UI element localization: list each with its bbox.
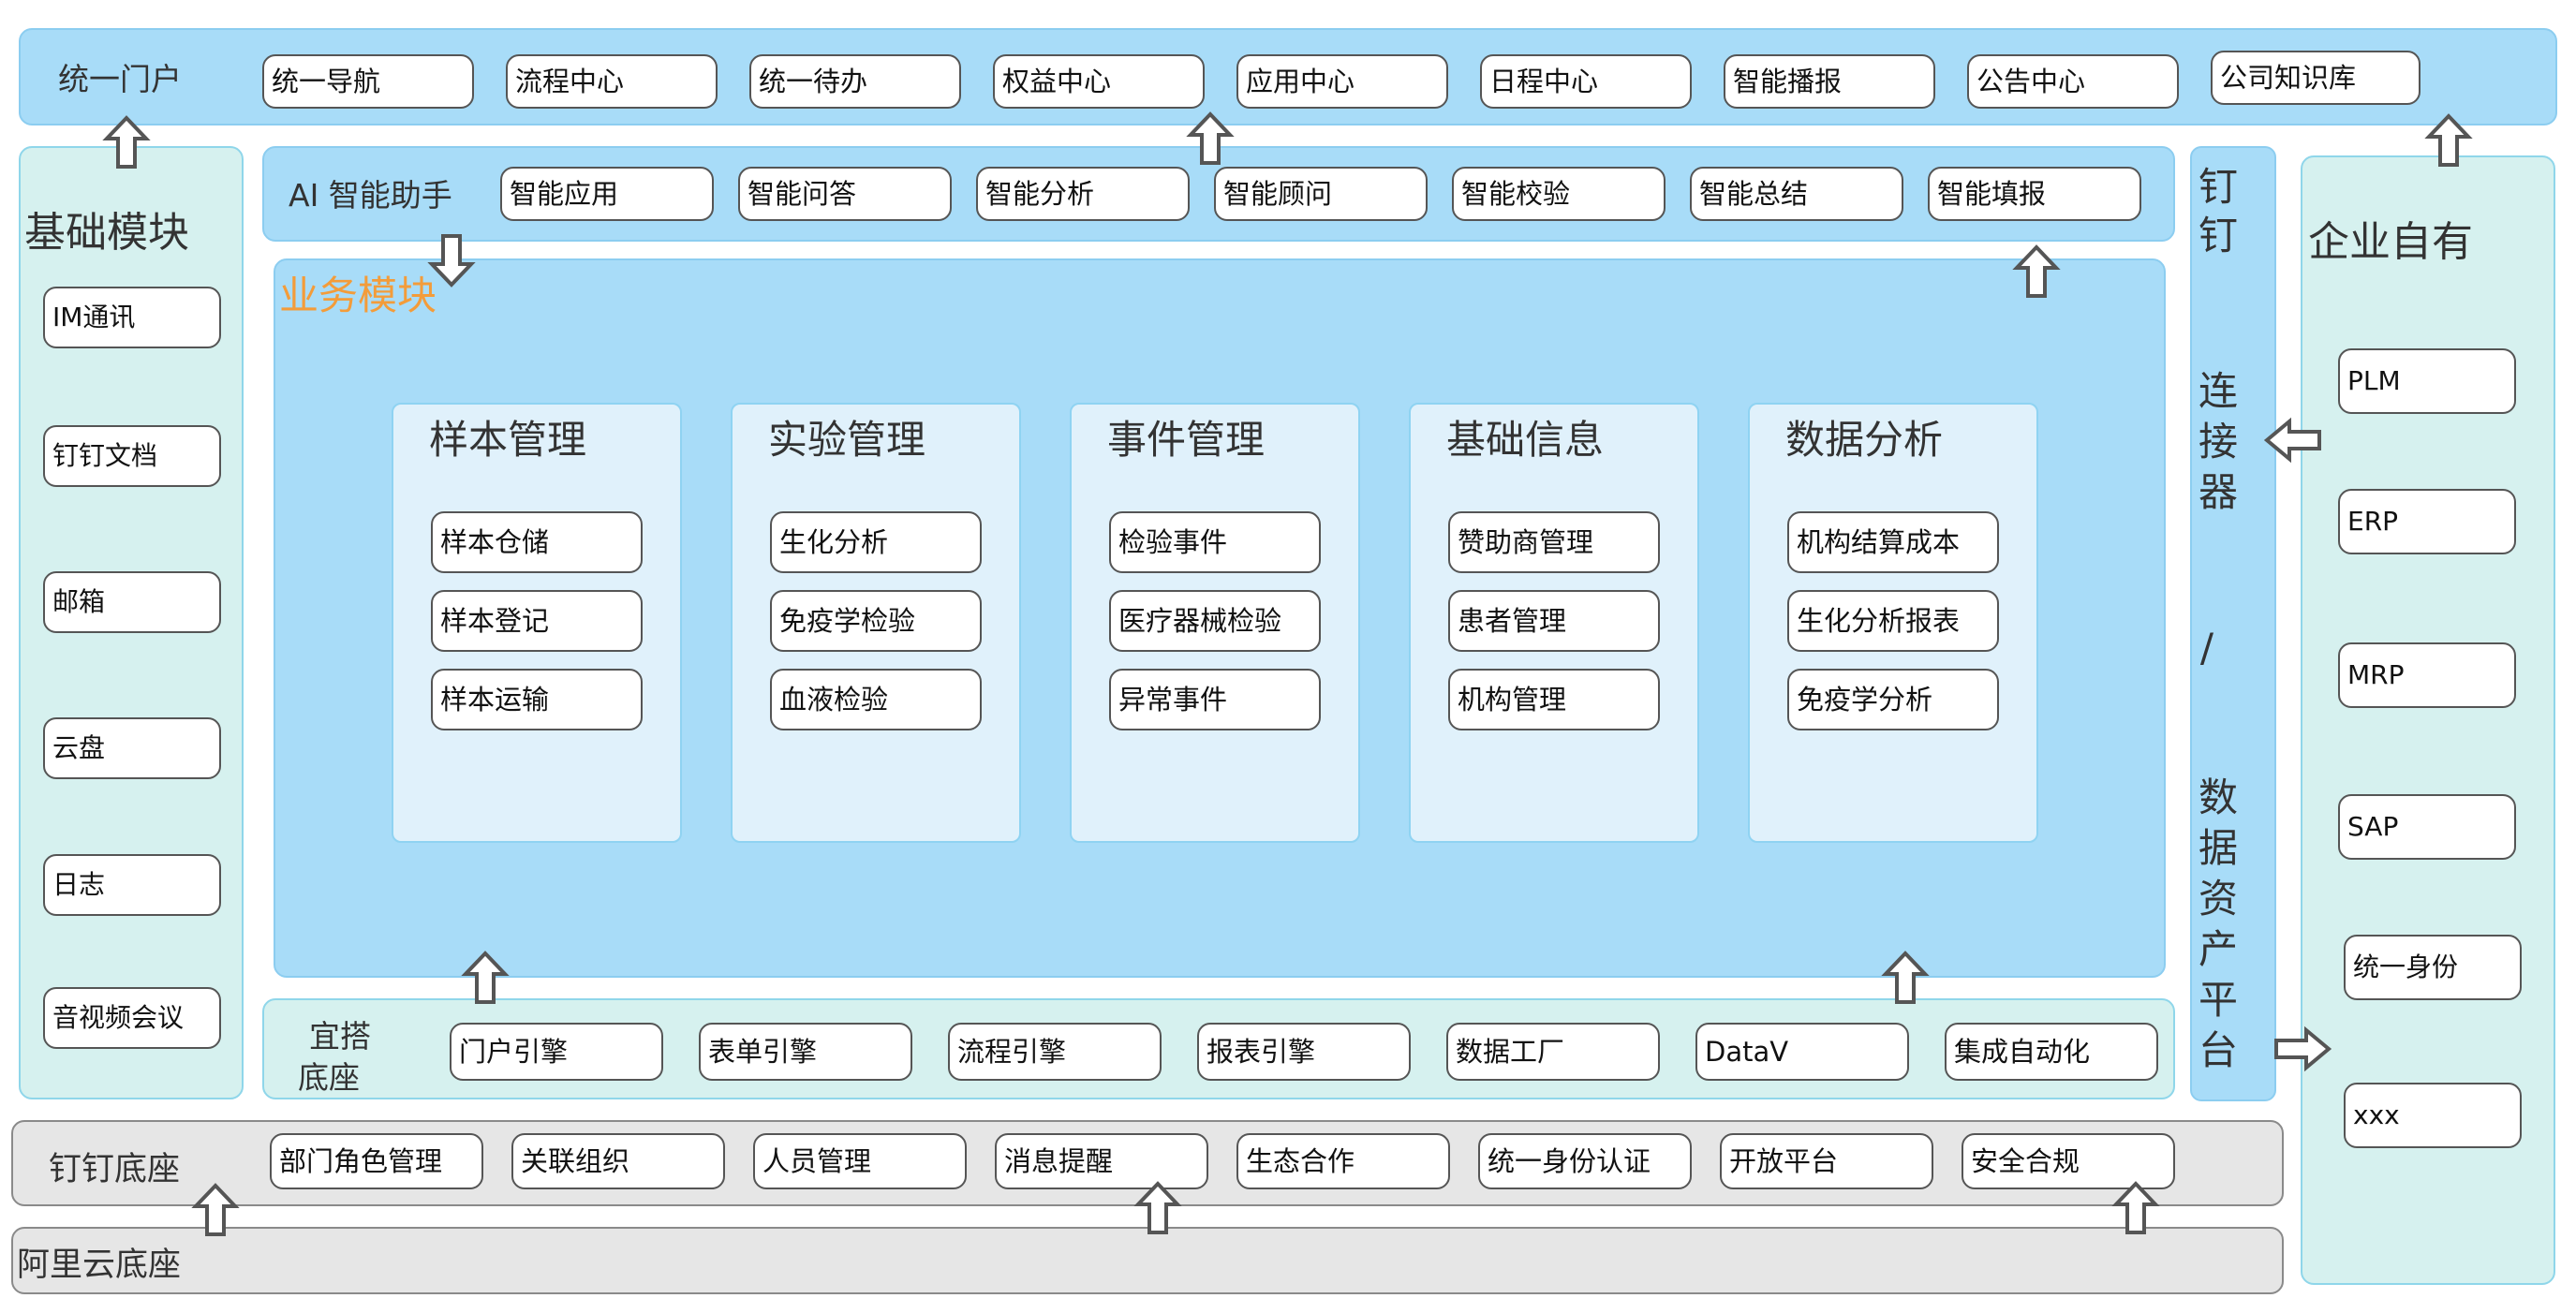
connector-char-6: /: [2199, 625, 2214, 671]
aliyun-base-band: [11, 1227, 2284, 1294]
yida-engine-item[interactable]: 门户引擎: [450, 1023, 663, 1081]
connector-char-9: 资: [2198, 876, 2238, 922]
enterprise-system-item[interactable]: SAP: [2338, 794, 2516, 860]
yida-engine-item[interactable]: 流程引擎: [948, 1023, 1162, 1081]
business-group-title: 实验管理: [768, 417, 926, 463]
business-group-title: 事件管理: [1107, 417, 1266, 463]
ai-assistant-item[interactable]: 智能校验: [1452, 167, 1666, 221]
business-item[interactable]: 样本运输: [431, 669, 643, 730]
portal-item[interactable]: 统一待办: [749, 54, 961, 109]
connector-char-10: 产: [2198, 926, 2238, 972]
ai-assistant-item[interactable]: 智能总结: [1690, 167, 1903, 221]
arrow-down-ai-to-business: [427, 234, 476, 288]
business-item[interactable]: 赞助商管理: [1448, 511, 1660, 573]
business-item[interactable]: 生化分析报表: [1787, 590, 1999, 652]
connector-char-7: 数: [2198, 775, 2238, 820]
business-item[interactable]: 样本登记: [431, 590, 643, 652]
portal-item[interactable]: 日程中心: [1480, 54, 1692, 109]
aliyun-base-title: 阿里云底座: [17, 1247, 182, 1284]
arrow-up-ai-to-portal: [1186, 111, 1235, 165]
portal-item[interactable]: 流程中心: [506, 54, 718, 109]
base-module-item[interactable]: 钉钉文档: [43, 425, 221, 487]
base-module-item[interactable]: 邮箱: [43, 571, 221, 633]
yida-engine-item[interactable]: 报表引擎: [1197, 1023, 1411, 1081]
connector-char-4: 接: [2198, 419, 2238, 465]
portal-item[interactable]: 公告中心: [1967, 54, 2179, 109]
connector-char-11: 平: [2198, 977, 2238, 1023]
business-item[interactable]: 医疗器械检验: [1109, 590, 1321, 652]
portal-item[interactable]: 智能播报: [1724, 54, 1935, 109]
business-group-title: 样本管理: [429, 417, 587, 463]
arrow-up-yida-to-business-right: [1881, 951, 1930, 1004]
portal-item[interactable]: 公司知识库: [2211, 51, 2421, 105]
business-group-title: 数据分析: [1785, 417, 1944, 463]
ai-assistant-item[interactable]: 智能分析: [976, 167, 1190, 221]
arrow-up-business-to-ai: [2012, 244, 2061, 298]
portal-item[interactable]: 统一导航: [262, 54, 474, 109]
base-module-item[interactable]: 日志: [43, 854, 221, 916]
business-item[interactable]: 免疫学分析: [1787, 669, 1999, 730]
enterprise-system-item[interactable]: 统一身份: [2344, 935, 2522, 1000]
yida-engine-item[interactable]: DataV: [1695, 1023, 1909, 1081]
connector-char-1: 钉: [2198, 164, 2238, 210]
arrow-up-enterprise-to-portal: [2424, 113, 2473, 167]
dingtalk-base-item[interactable]: 生态合作: [1236, 1133, 1450, 1189]
yida-engine-item[interactable]: 表单引擎: [699, 1023, 912, 1081]
portal-item[interactable]: 应用中心: [1236, 54, 1448, 109]
arrow-right-connector-to-enterprise: [2274, 1025, 2332, 1072]
connector-char-12: 台: [2198, 1027, 2238, 1073]
unified-portal-title: 统一门户: [58, 61, 182, 97]
enterprise-system-item[interactable]: MRP: [2338, 642, 2516, 708]
dingtalk-base-item[interactable]: 统一身份认证: [1478, 1133, 1692, 1189]
yida-base-title-line2: 底座: [298, 1059, 360, 1096]
yida-engine-item[interactable]: 数据工厂: [1446, 1023, 1660, 1081]
arrow-up-base-to-portal: [102, 115, 151, 169]
business-item[interactable]: 机构结算成本: [1787, 511, 1999, 573]
connector-char-5: 器: [2198, 469, 2238, 515]
business-item[interactable]: 检验事件: [1109, 511, 1321, 573]
ai-assistant-title: AI 智能助手: [289, 177, 452, 214]
business-item[interactable]: 机构管理: [1448, 669, 1660, 730]
dingtalk-base-item[interactable]: 安全合规: [1962, 1133, 2175, 1189]
arrow-left-enterprise-to-connector: [2263, 417, 2321, 464]
base-module-item[interactable]: 云盘: [43, 717, 221, 779]
enterprise-system-item[interactable]: PLM: [2338, 348, 2516, 414]
arrow-up-aliyun-to-dingtalk-right: [2111, 1181, 2160, 1234]
business-item[interactable]: 样本仓储: [431, 511, 643, 573]
ai-assistant-item[interactable]: 智能问答: [738, 167, 952, 221]
dingtalk-base-item[interactable]: 关联组织: [511, 1133, 725, 1189]
dingtalk-base-title: 钉钉底座: [49, 1151, 181, 1188]
business-modules-title: 业务模块: [279, 273, 437, 318]
base-modules-title: 基础模块: [24, 209, 189, 257]
yida-base-title-line1: 宜搭: [309, 1018, 371, 1055]
business-group-title: 基础信息: [1446, 417, 1605, 463]
connector-char-2: 钉: [2198, 213, 2238, 258]
dingtalk-base-item[interactable]: 消息提醒: [995, 1133, 1208, 1189]
business-item[interactable]: 异常事件: [1109, 669, 1321, 730]
business-item[interactable]: 免疫学检验: [770, 590, 982, 652]
portal-item[interactable]: 权益中心: [993, 54, 1205, 109]
base-module-item[interactable]: 音视频会议: [43, 987, 221, 1049]
dingtalk-base-item[interactable]: 人员管理: [753, 1133, 967, 1189]
enterprise-system-item[interactable]: ERP: [2338, 489, 2516, 554]
business-item[interactable]: 患者管理: [1448, 590, 1660, 652]
business-item[interactable]: 血液检验: [770, 669, 982, 730]
dingtalk-base-item[interactable]: 开放平台: [1720, 1133, 1933, 1189]
dingtalk-base-item[interactable]: 部门角色管理: [270, 1133, 483, 1189]
arrow-up-aliyun-to-dingtalk-left: [191, 1183, 240, 1236]
ai-assistant-item[interactable]: 智能应用: [500, 167, 714, 221]
ai-assistant-item[interactable]: 智能填报: [1928, 167, 2141, 221]
arrow-up-yida-to-business-left: [461, 951, 510, 1004]
yida-engine-item[interactable]: 集成自动化: [1945, 1023, 2158, 1081]
arrow-up-aliyun-to-dingtalk-mid: [1133, 1181, 1182, 1234]
base-module-item[interactable]: IM通讯: [43, 287, 221, 348]
business-item[interactable]: 生化分析: [770, 511, 982, 573]
connector-char-3: 连: [2198, 368, 2238, 414]
connector-char-8: 据: [2198, 825, 2238, 871]
enterprise-owned-title: 企业自有: [2308, 218, 2473, 266]
ai-assistant-item[interactable]: 智能顾问: [1214, 167, 1428, 221]
enterprise-system-item[interactable]: xxx: [2344, 1083, 2522, 1148]
